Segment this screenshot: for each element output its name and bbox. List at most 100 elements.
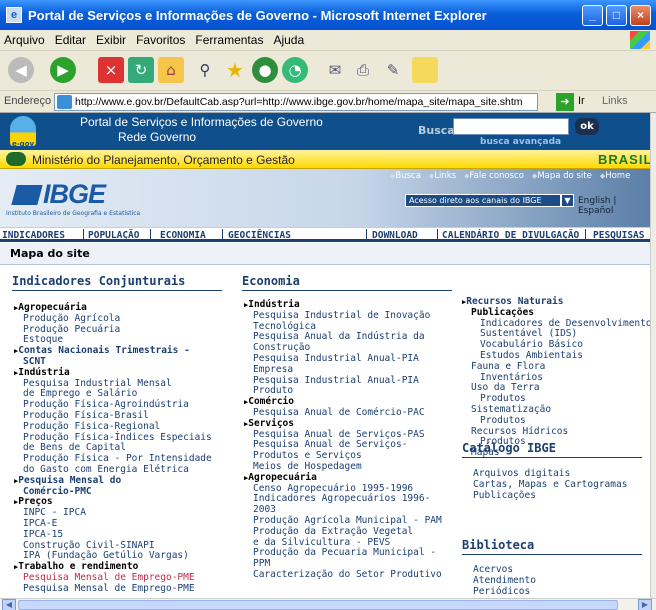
nav-geociencias[interactable]: GEOCIÊNCIAS — [228, 230, 291, 241]
scrollbar-thumb[interactable] — [18, 600, 618, 610]
address-input[interactable]: http://www.e.gov.br/DefaultCab.asp?url=h… — [54, 93, 538, 111]
section-economia[interactable]: Economia — [242, 274, 452, 291]
list-link[interactable]: Fauna e Flora — [462, 361, 652, 373]
mapa-do-site-link[interactable]: Mapa do site — [532, 171, 592, 181]
go-button[interactable]: Ir — [578, 95, 585, 107]
list-link[interactable]: Empresa — [244, 364, 442, 376]
category-heading[interactable]: Serviços — [244, 418, 442, 430]
page-title: Mapa do site — [10, 247, 90, 260]
list-link[interactable]: Produção da Extração Vegetal — [244, 526, 442, 538]
toolbar: ◀ ▶ × ↻ ⌂ ⚲ ★ ● ◔ ✉ ⎙ ✎ — [0, 51, 656, 91]
list-link[interactable]: Produtos — [462, 415, 652, 427]
nav-populacao[interactable]: POPULAÇÃO — [88, 230, 139, 241]
section-indicadores[interactable]: Indicadores Conjunturais — [12, 274, 222, 291]
menu-editar[interactable]: Editar — [55, 33, 86, 47]
ibge-logo-text: IBGE — [43, 179, 106, 209]
menu-favoritos[interactable]: Favoritos — [136, 33, 185, 47]
category-heading[interactable]: Indústria — [14, 367, 212, 379]
address-bar: Endereço http://www.e.gov.br/DefaultCab.… — [0, 91, 656, 113]
list-link[interactable]: Cartas, Mapas e Cartogramas — [470, 479, 627, 491]
close-button[interactable]: × — [630, 5, 651, 26]
espanol-link[interactable]: Español — [578, 206, 613, 216]
horizontal-scrollbar[interactable]: ◀ ▶ — [0, 598, 656, 610]
ie-icon: e — [6, 7, 22, 23]
gov-portal-title[interactable]: Portal de Serviços e Informações de Gove… — [80, 115, 323, 129]
home-icon[interactable]: ⌂ — [158, 57, 184, 83]
scroll-left-icon[interactable]: ◀ — [2, 599, 16, 610]
gov-search-ok-button[interactable]: ok — [575, 118, 599, 135]
menu-ferramentas[interactable]: Ferramentas — [195, 33, 263, 47]
list-link[interactable]: Atendimento — [470, 575, 536, 587]
menu-bar: Arquivo Editar Exibir Favoritos Ferramen… — [0, 30, 656, 51]
maximize-button[interactable]: □ — [606, 5, 627, 26]
ministry-eye-icon — [6, 152, 26, 166]
minimize-button[interactable]: _ — [582, 5, 603, 26]
list-link: Publicações — [471, 306, 534, 318]
windows-logo-icon — [630, 31, 650, 49]
back-icon[interactable]: ◀ — [8, 57, 34, 83]
gov-banner: e-gov Portal de Serviços e Informações d… — [0, 113, 650, 150]
media-icon[interactable]: ● — [252, 57, 278, 83]
nav-economia[interactable]: ECONOMIA — [160, 230, 206, 241]
recursos-naturais-list: Recursos NaturaisPublicaçõesIndicadores … — [462, 296, 652, 459]
nav-download[interactable]: DOWNLOAD — [372, 230, 418, 241]
economia-list: IndústriaPesquisa Industrial de Inovação… — [244, 299, 442, 581]
list-link[interactable]: Produção Física-Regional — [14, 421, 212, 433]
links-button[interactable]: Links — [602, 95, 628, 107]
list-link[interactable]: Caracterização do Setor Produtivo — [244, 569, 442, 581]
busca-link[interactable]: Busca — [390, 171, 421, 181]
egov-logo-icon[interactable]: e-gov — [10, 116, 36, 148]
language-links: English | Español — [578, 196, 617, 216]
browser-viewport: e-gov Portal de Serviços e Informações d… — [0, 113, 656, 598]
menu-ajuda[interactable]: Ajuda — [273, 33, 304, 47]
section-biblioteca[interactable]: Biblioteca — [462, 538, 642, 555]
scroll-right-icon[interactable]: ▶ — [638, 599, 652, 610]
ministry-name[interactable]: Ministério do Planejamento, Orçamento e … — [32, 153, 295, 167]
menu-arquivo[interactable]: Arquivo — [4, 33, 45, 47]
menu-exibir[interactable]: Exibir — [96, 33, 126, 47]
list-link[interactable]: Pesquisa Industrial de Inovação — [244, 310, 442, 322]
mail-icon[interactable]: ✉ — [322, 57, 348, 83]
section-catalogo[interactable]: Catálogo IBGE — [462, 441, 642, 458]
forward-icon[interactable]: ▶ — [50, 57, 76, 83]
list-link[interactable]: Pesquisa Mensal de Emprego-PME — [14, 583, 212, 595]
list-link[interactable]: Periódicos — [470, 586, 536, 598]
refresh-icon[interactable]: ↻ — [128, 57, 154, 83]
english-link[interactable]: English — [578, 196, 611, 206]
messenger-icon[interactable] — [412, 57, 438, 83]
links-link[interactable]: Links — [429, 171, 456, 181]
chevron-down-icon[interactable]: ▼ — [561, 194, 574, 207]
nav-pesquisas[interactable]: PESQUISAS — [593, 230, 644, 241]
print-icon[interactable]: ⎙ — [350, 57, 376, 83]
canais-select[interactable]: Acesso direto aos canais do IBGE ▼ — [405, 194, 574, 207]
nav-indicadores[interactable]: INDICADORES — [2, 230, 65, 241]
ibge-logo[interactable]: IBGE — [11, 179, 106, 210]
indicadores-list: AgropecuáriaProdução AgrícolaProdução Pe… — [14, 302, 212, 595]
ibge-subtitle: Instituto Brasileiro de Geografia e Esta… — [6, 210, 141, 217]
list-link[interactable]: IPCA-15 — [14, 529, 212, 541]
edit-icon[interactable]: ✎ — [380, 57, 406, 83]
vertical-scrollbar[interactable] — [650, 113, 656, 598]
list-link[interactable]: Publicações — [470, 490, 627, 502]
history-icon[interactable]: ◔ — [282, 57, 308, 83]
list-link[interactable]: Produção da Pecuaria Municipal - — [244, 548, 442, 559]
category-heading[interactable]: Agropecuária — [244, 472, 442, 484]
page-title-bar: Mapa do site — [0, 243, 650, 265]
search-icon[interactable]: ⚲ — [192, 57, 218, 83]
address-label: Endereço — [4, 95, 52, 107]
gov-search-input[interactable] — [453, 118, 569, 135]
go-arrow-icon[interactable]: ➜ — [556, 93, 574, 111]
category-heading[interactable]: Pesquisa Mensal do — [14, 475, 212, 487]
ibge-nav-bar: INDICADORES POPULAÇÃO ECONOMIA GEOCIÊNCI… — [0, 227, 650, 242]
favorites-icon[interactable]: ★ — [222, 57, 248, 83]
gov-network-title[interactable]: Rede Governo — [118, 130, 196, 144]
stop-icon[interactable]: × — [98, 57, 124, 83]
advanced-search-link[interactable]: busca avançada — [480, 137, 561, 147]
fale-conosco-link[interactable]: Fale conosco — [464, 171, 524, 181]
list-link[interactable]: Produção Agrícola — [14, 313, 212, 325]
brasil-logo[interactable]: BRASIL — [598, 152, 652, 167]
nav-calendario[interactable]: CALENDÁRIO DE DIVULGAÇÃO — [442, 230, 579, 241]
catalogo-list: Arquivos digitais Cartas, Mapas e Cartogr… — [470, 468, 627, 502]
home-link[interactable]: Home — [600, 171, 630, 181]
gov-search-label: Busca — [418, 124, 455, 137]
